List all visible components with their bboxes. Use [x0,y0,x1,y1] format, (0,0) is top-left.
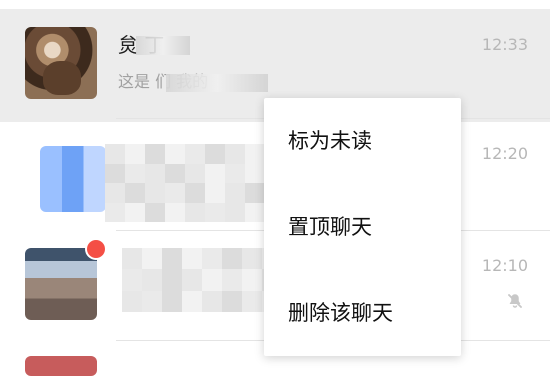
name-mask [136,36,190,55]
top-strip [0,0,550,9]
chat-time: 12:20 [481,144,528,163]
unread-dot [87,240,105,258]
bell-slash-icon [508,294,522,308]
preview-mask [166,74,268,92]
otter-avatar [25,27,97,99]
chat-time: 12:33 [481,35,528,54]
chat-preview: 这是 们 我的 [118,71,438,93]
pin-chat-menu-item[interactable]: 置顶聊天 [264,184,461,270]
photo-avatar [25,248,97,320]
chat-name: 炱 丁 [118,32,418,58]
mosaic-avatar [40,146,106,212]
delete-chat-menu-item[interactable]: 删除该聊天 [264,270,461,356]
context-menu: 标为未读 置顶聊天 删除该聊天 [264,98,461,356]
chat-time: 12:10 [481,256,528,275]
red-avatar [25,356,97,376]
mark-unread-menu-item[interactable]: 标为未读 [264,98,461,184]
